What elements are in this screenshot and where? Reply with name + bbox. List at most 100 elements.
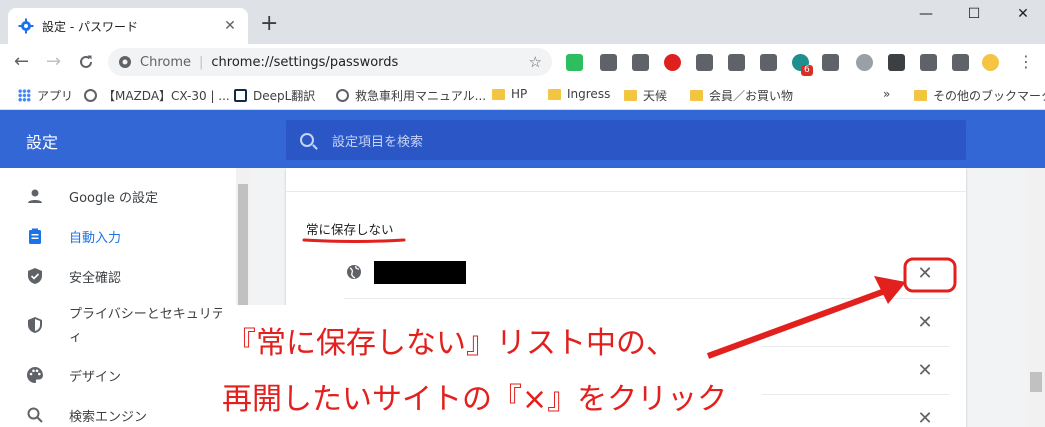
omnibox-chip: Chrome — [140, 54, 191, 70]
s-icon[interactable] — [888, 54, 905, 71]
evernote-icon[interactable] — [566, 54, 583, 71]
remove-exception-button[interactable]: ✕ — [913, 311, 937, 335]
bookmark-item[interactable]: DeepL翻訳 — [234, 87, 315, 104]
search-icon — [27, 407, 43, 423]
sidebar-item-safety-check[interactable]: 安全確認 — [0, 256, 236, 296]
bookmark-label: アプリ — [37, 89, 74, 103]
bookmark-other-label: その他のブックマーク — [933, 89, 1045, 103]
window-close-button[interactable]: ✕ — [1003, 6, 1043, 22]
remove-exception-button[interactable]: ✕ — [913, 262, 937, 286]
sidebar-item-label: 検索エンジン — [69, 409, 148, 425]
folder-icon — [914, 90, 927, 101]
bookmarks-overflow-icon[interactable]: » — [883, 87, 890, 101]
settings-sidebar: Google の設定 自動入力 安全確認 プライバシーとセキュリティ ィ デザイ… — [0, 168, 237, 427]
back-button[interactable]: ← — [14, 52, 29, 72]
bookmark-label: Ingress — [567, 87, 611, 101]
tab-title: 設定 - パスワード — [42, 19, 138, 34]
camera-icon[interactable] — [696, 54, 713, 71]
extension-badge: 6 — [801, 65, 813, 76]
puzzle-icon[interactable] — [920, 54, 937, 71]
tab-settings-passwords[interactable]: 設定 - パスワード ✕ — [8, 8, 248, 44]
bookmarks-bar: アプリ 【MAZDA】CX-30 | ... DeepL翻訳 救急車利用マニュアル..… — [0, 80, 1045, 110]
bookmark-item[interactable]: 会員／お買い物 — [690, 87, 793, 104]
shield-icon — [28, 268, 42, 284]
folder-icon — [690, 90, 703, 101]
maximize-button[interactable]: ☐ — [954, 6, 994, 22]
settings-header: 設定 設定項目を検索 — [0, 110, 1045, 168]
tab-close-icon[interactable]: ✕ — [222, 18, 238, 34]
bookmark-item[interactable]: 救急車利用マニュアル... — [336, 87, 486, 104]
bookmark-item[interactable]: HP — [492, 87, 527, 101]
minimize-button[interactable]: — — [906, 6, 946, 22]
sidebar-item-label: 自動入力 — [69, 230, 122, 246]
drive-icon[interactable] — [760, 54, 777, 71]
person-icon — [28, 189, 42, 203]
profile-avatar-icon[interactable] — [982, 54, 999, 71]
sidebar-item-appearance[interactable]: デザイン — [0, 355, 236, 395]
bookmark-label: DeepL翻訳 — [253, 89, 316, 103]
card-divider — [286, 168, 966, 192]
folder-icon — [624, 90, 637, 101]
sidebar-item-label: 安全確認 — [69, 270, 122, 286]
sidebar-item-label: プライバシーとセキュリティ — [69, 307, 237, 322]
bookmark-label: 救急車利用マニュアル... — [355, 89, 487, 103]
browser-toolbar: ← → Chrome | chrome://settings/passwords… — [0, 44, 1045, 80]
sidebar-item-google[interactable]: Google の設定 — [0, 176, 236, 216]
apps-icon — [18, 89, 31, 102]
page-title: 設定 — [26, 133, 59, 152]
sidebar-item-label: Google の設定 — [69, 190, 158, 206]
deepl-icon — [234, 89, 247, 102]
screen-icon[interactable] — [632, 54, 649, 71]
bookmark-star-icon[interactable]: ☆ — [529, 53, 542, 71]
menu-icon[interactable]: ⋮ — [1018, 52, 1034, 72]
settings-search-input[interactable]: 設定項目を検索 — [286, 120, 966, 160]
dropbox-icon[interactable] — [728, 54, 745, 71]
address-bar[interactable]: Chrome | chrome://settings/passwords ☆ — [108, 48, 552, 76]
tab-strip: 設定 - パスワード ✕ + — ☐ ✕ — [0, 0, 1045, 44]
remove-exception-button[interactable]: ✕ — [913, 407, 937, 427]
bookmark-label: 【MAZDA】CX-30 | ... — [103, 89, 230, 103]
main-scroll-thumb[interactable] — [1030, 372, 1042, 392]
sidebar-item-privacy[interactable]: プライバシーとセキュリティ ィ — [0, 296, 237, 354]
annotation-line-2: 再開したいサイトの『×』をクリック — [222, 382, 728, 417]
bookmark-item[interactable]: 【MAZDA】CX-30 | ... — [84, 87, 230, 104]
info-circle-icon[interactable] — [600, 54, 617, 71]
chrome-logo-icon — [119, 56, 131, 68]
bookmark-label: 会員／お買い物 — [709, 89, 794, 103]
sidebar-item-label-wrap: ィ — [69, 330, 83, 345]
bookmark-other[interactable]: その他のブックマーク — [914, 87, 1045, 104]
sidebar-item-label: デザイン — [69, 369, 122, 385]
never-saved-row: ✕ — [344, 250, 949, 298]
bookmark-item[interactable]: 天候 — [624, 87, 667, 104]
palette-icon — [27, 367, 43, 383]
bookmark-item[interactable]: Ingress — [548, 87, 610, 101]
sidebar-item-search-engine[interactable]: 検索エンジン — [0, 395, 236, 427]
annotation-line-1: 『常に保存しない』リスト中の、 — [226, 326, 676, 361]
search-icon — [300, 133, 314, 147]
remove-exception-button[interactable]: ✕ — [913, 359, 937, 383]
globe-icon — [84, 89, 97, 102]
globe-icon — [336, 89, 349, 102]
new-tab-button[interactable]: + — [260, 12, 278, 36]
circle-icon[interactable] — [856, 54, 873, 71]
bookmark-label: 天候 — [643, 89, 668, 103]
gear-icon — [18, 18, 34, 34]
clipboard-icon — [29, 228, 41, 244]
omnibox-separator: | — [199, 54, 204, 70]
sidebar-item-autofill[interactable]: 自動入力 — [0, 216, 236, 256]
bookmark-label: HP — [511, 87, 528, 101]
bookmark-item[interactable]: アプリ — [18, 87, 73, 104]
globe-icon — [347, 265, 361, 279]
section-title-never-saved: 常に保存しない — [306, 222, 394, 237]
folder-icon — [548, 88, 561, 100]
reload-icon[interactable] — [78, 54, 94, 70]
forward-button[interactable]: → — [46, 52, 61, 72]
line-icon[interactable] — [822, 54, 839, 71]
redacted-site — [374, 261, 466, 284]
url-text[interactable]: chrome://settings/passwords — [211, 55, 398, 70]
opera-icon[interactable] — [664, 54, 681, 71]
shield-half-icon — [28, 317, 42, 333]
search-placeholder: 設定項目を検索 — [332, 134, 424, 150]
cast-icon[interactable] — [952, 54, 969, 71]
folder-icon — [492, 88, 505, 100]
